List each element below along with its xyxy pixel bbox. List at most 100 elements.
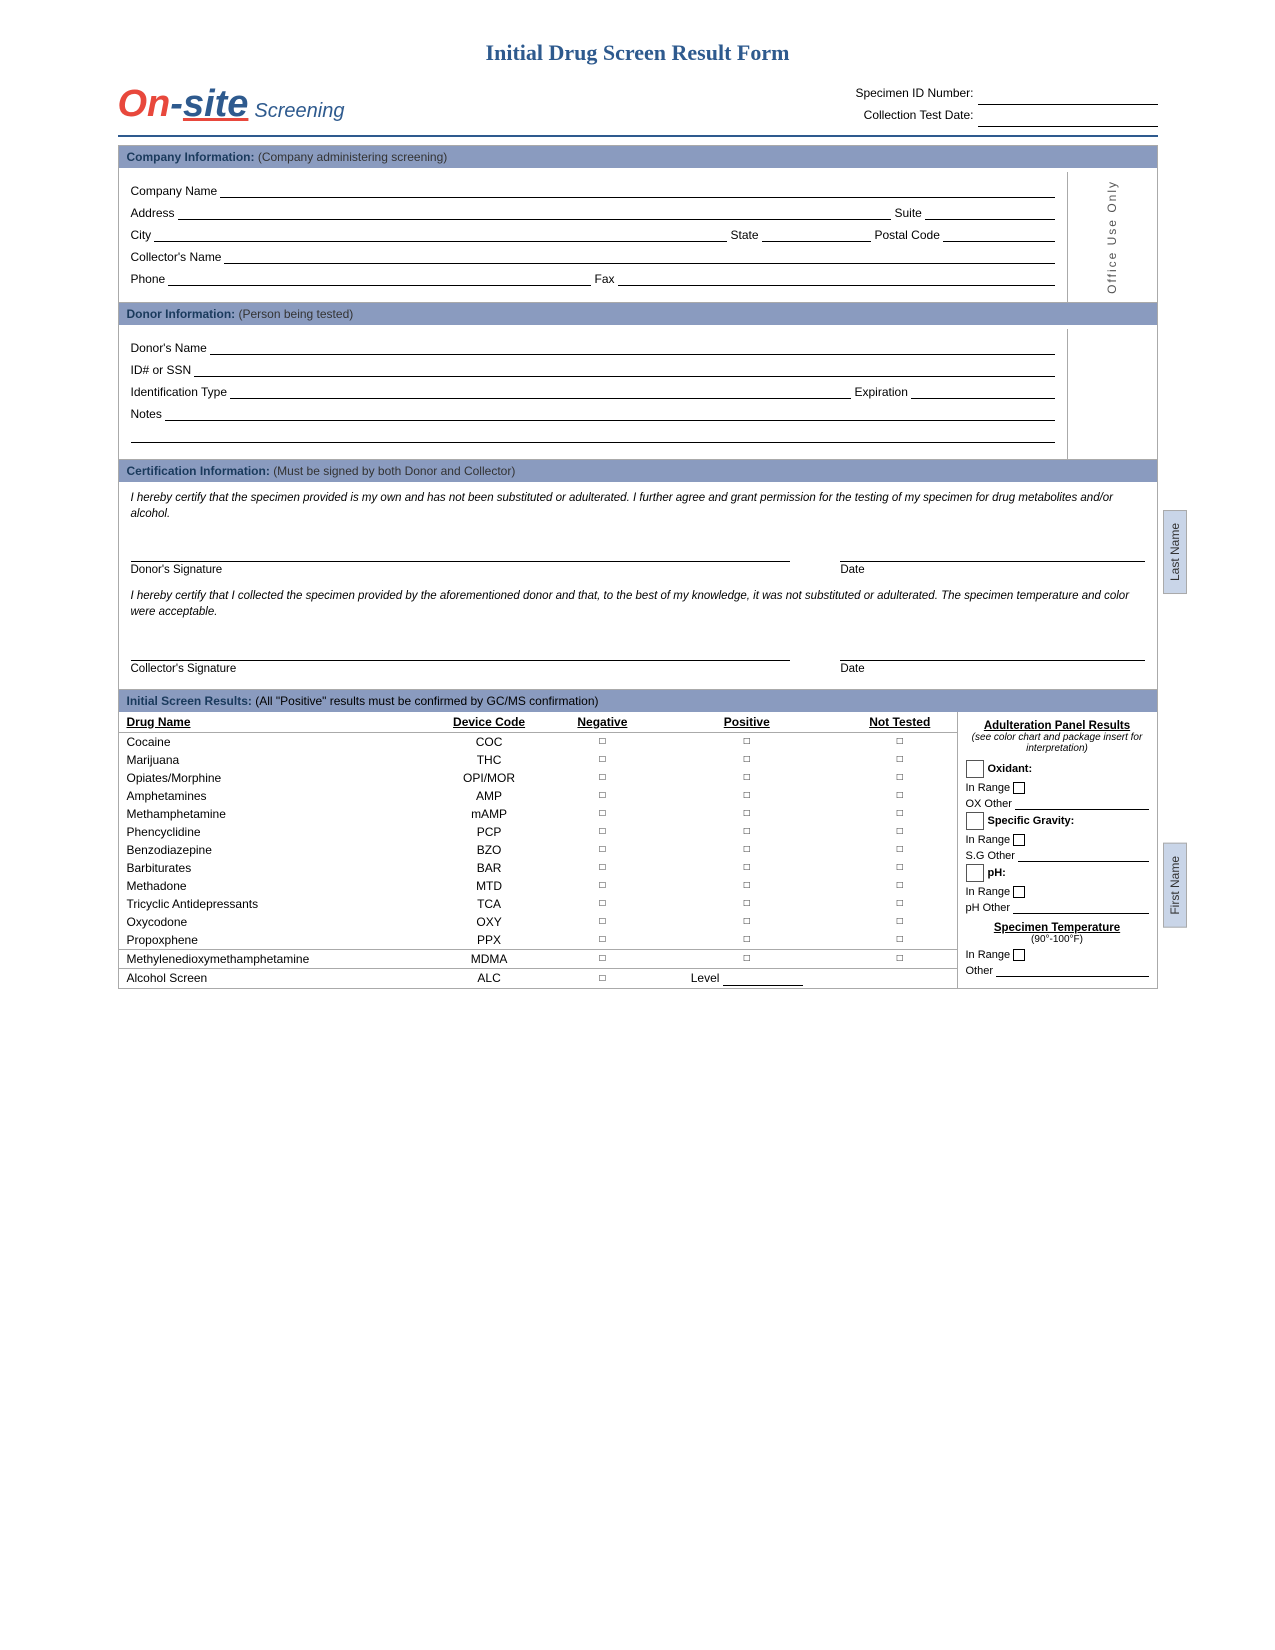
sg-in-range-cb[interactable] — [1013, 834, 1025, 846]
negative-cb[interactable]: □ — [554, 841, 650, 859]
id-type-input[interactable] — [230, 383, 850, 399]
postal-input[interactable] — [943, 226, 1055, 242]
negative-cb[interactable]: □ — [554, 895, 650, 913]
oxidant-in-range-row: In Range — [966, 782, 1149, 794]
not-tested-cb[interactable]: □ — [843, 931, 957, 950]
ph-in-range-cb[interactable] — [1013, 886, 1025, 898]
ph-field-label: pH — [966, 902, 980, 914]
oxidant-other-field[interactable] — [1015, 796, 1149, 810]
positive-cb[interactable]: □ — [651, 841, 843, 859]
collector-sig-line[interactable] — [131, 641, 790, 661]
suite-label: Suite — [895, 206, 922, 220]
address-input[interactable] — [178, 204, 891, 220]
company-name-input[interactable] — [220, 182, 1054, 198]
positive-cb[interactable]: □ — [651, 732, 843, 751]
collectors-name-label: Collector's Name — [131, 250, 222, 264]
not-tested-cb[interactable]: □ — [843, 823, 957, 841]
alcohol-not-tested-cb[interactable] — [843, 968, 957, 988]
drug-code-cell: TCA — [424, 895, 554, 913]
fax-input[interactable] — [618, 270, 1055, 286]
negative-cb[interactable]: □ — [554, 769, 650, 787]
not-tested-cb[interactable]: □ — [843, 732, 957, 751]
donors-name-input[interactable] — [210, 339, 1055, 355]
not-tested-cb[interactable]: □ — [843, 895, 957, 913]
positive-cb[interactable]: □ — [651, 769, 843, 787]
donor-date-line[interactable] — [840, 542, 1144, 562]
alcohol-negative-cb[interactable]: □ — [554, 968, 650, 988]
positive-cb[interactable]: □ — [651, 931, 843, 950]
col-drug-name: Drug Name — [119, 712, 424, 733]
drug-name-cell: Methadone — [119, 877, 424, 895]
positive-cb[interactable]: □ — [651, 913, 843, 931]
city-input[interactable] — [154, 226, 726, 242]
positive-cb[interactable]: □ — [651, 787, 843, 805]
spectemp-other-field[interactable] — [996, 963, 1148, 977]
not-tested-cb[interactable]: □ — [843, 805, 957, 823]
negative-cb[interactable]: □ — [554, 949, 650, 968]
drug-code-cell: PCP — [424, 823, 554, 841]
drug-name-cell: Tricyclic Antidepressants — [119, 895, 424, 913]
collector-date-line[interactable] — [840, 641, 1144, 661]
collectors-name-input[interactable] — [224, 248, 1054, 264]
not-tested-cb[interactable]: □ — [843, 751, 957, 769]
negative-cb[interactable]: □ — [554, 787, 650, 805]
oxidant-in-range-cb[interactable] — [1013, 782, 1025, 794]
ox-label: OX — [966, 798, 982, 810]
oxidant-label: Oxidant: — [988, 763, 1033, 775]
not-tested-cb[interactable]: □ — [843, 769, 957, 787]
specimen-id-field[interactable] — [978, 82, 1158, 105]
notes-input[interactable] — [165, 405, 1055, 421]
negative-cb[interactable]: □ — [554, 823, 650, 841]
cert-header-label: Certification Information: — [127, 464, 270, 478]
donor-sig-line[interactable] — [131, 542, 790, 562]
spectemp-in-range-row: In Range — [966, 949, 1149, 961]
negative-cb[interactable]: □ — [554, 877, 650, 895]
spectemp-in-range-cb[interactable] — [1013, 949, 1025, 961]
not-tested-cb[interactable]: □ — [843, 913, 957, 931]
drug-name-cell: Methylenedioxymethamphetamine — [119, 949, 424, 968]
negative-cb[interactable]: □ — [554, 859, 650, 877]
negative-cb[interactable]: □ — [554, 805, 650, 823]
not-tested-cb[interactable]: □ — [843, 787, 957, 805]
suite-input[interactable] — [925, 204, 1055, 220]
not-tested-cb[interactable]: □ — [843, 859, 957, 877]
expiration-input[interactable] — [911, 383, 1055, 399]
not-tested-cb[interactable]: □ — [843, 841, 957, 859]
positive-cb[interactable]: □ — [651, 859, 843, 877]
state-input[interactable] — [762, 226, 871, 242]
sg-other-field[interactable] — [1018, 848, 1149, 862]
positive-cb[interactable]: □ — [651, 877, 843, 895]
collection-date-label: Collection Test Date: — [864, 105, 974, 127]
results-header-label: Initial Screen Results: — [127, 694, 252, 708]
donor-sig-row: Donor's Signature Date — [131, 542, 1145, 576]
not-tested-cb[interactable]: □ — [843, 949, 957, 968]
positive-cb[interactable]: □ — [651, 823, 843, 841]
negative-cb[interactable]: □ — [554, 751, 650, 769]
negative-cb[interactable]: □ — [554, 931, 650, 950]
drug-code-cell: BZO — [424, 841, 554, 859]
not-tested-cb[interactable]: □ — [843, 877, 957, 895]
drug-code-cell: PPX — [424, 931, 554, 950]
postal-field: Postal Code — [875, 226, 1055, 242]
positive-cb[interactable]: □ — [651, 751, 843, 769]
sg-box-row: Specific Gravity: — [966, 812, 1149, 830]
negative-cb[interactable]: □ — [554, 913, 650, 931]
company-layout: Company Name Address Suite — [119, 172, 1157, 302]
drug-name-cell: Marijuana — [119, 751, 424, 769]
address-row: Address Suite — [131, 204, 1055, 220]
logo-on: On — [118, 83, 171, 125]
sg-other-label: Other — [987, 850, 1015, 862]
positive-cb[interactable]: □ — [651, 895, 843, 913]
donor-header: Donor Information: (Person being tested) — [119, 303, 1157, 325]
table-row: Amphetamines AMP □ □ □ — [119, 787, 957, 805]
negative-cb[interactable]: □ — [554, 732, 650, 751]
positive-cb[interactable]: □ — [651, 949, 843, 968]
state-field: State — [731, 226, 871, 242]
oxidant-row: Oxidant: — [966, 760, 1149, 778]
ph-other-field[interactable] — [1013, 900, 1148, 914]
collection-date-field[interactable] — [978, 105, 1158, 128]
phone-input[interactable] — [168, 270, 590, 286]
notes-extra-input[interactable] — [131, 427, 1055, 443]
positive-cb[interactable]: □ — [651, 805, 843, 823]
id-ssn-input[interactable] — [194, 361, 1054, 377]
